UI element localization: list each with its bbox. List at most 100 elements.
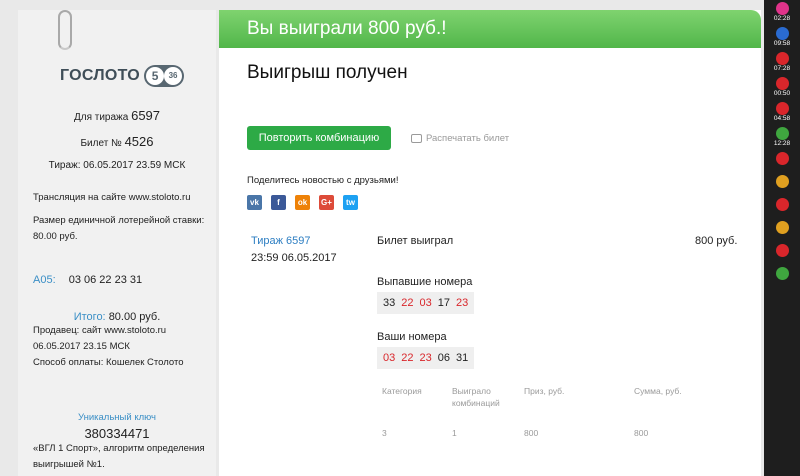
- draw-number: 6597: [131, 108, 161, 123]
- logo-text: ГОСЛОТО: [60, 67, 141, 84]
- twitter-icon[interactable]: tw: [343, 195, 358, 210]
- lotto-6-45-icon[interactable]: 07:28: [764, 52, 800, 73]
- ticket-label: Билет №: [80, 138, 122, 149]
- game-badge: [775, 102, 789, 115]
- game-badge: [775, 127, 789, 140]
- game-badge: [775, 175, 789, 188]
- share-text: Поделитесь новостью с друзьями!: [247, 175, 399, 186]
- rapido-icon[interactable]: 09:58: [764, 27, 800, 48]
- your-number-ball: 22: [401, 352, 414, 364]
- win-banner: Вы выиграли 800 руб.!: [219, 10, 761, 48]
- table-header-prize: Приз, руб.: [524, 386, 565, 396]
- game-badge: [775, 267, 789, 280]
- drawn-number-ball: 22: [401, 297, 414, 309]
- your-numbers: 03 22 23 06 31: [377, 347, 475, 369]
- draw-datetime: Тираж: 06.05.2017 23.59 МСК: [48, 160, 186, 171]
- broadcast-text: Трансляция на сайте www.stoloto.ru: [33, 192, 191, 203]
- repeat-combination-button[interactable]: Повторить комбинацию: [247, 126, 391, 150]
- won-label: Билет выиграл: [377, 235, 454, 247]
- drawn-numbers-label: Выпавшие номера: [377, 276, 473, 288]
- lotto-1-20-icon[interactable]: [764, 244, 800, 257]
- drawn-number-ball: 33: [383, 297, 396, 309]
- game-badge: [775, 52, 789, 65]
- draw-link[interactable]: Тираж 6597: [251, 235, 311, 247]
- draw-timer: 07:28: [773, 65, 791, 72]
- paperclip-icon: [58, 10, 72, 50]
- google-plus-icon[interactable]: G+: [319, 195, 334, 210]
- seller-text: Продавец: сайт www.stoloto.ru: [33, 325, 167, 336]
- logo-num2: 36: [164, 67, 183, 85]
- keno-icon[interactable]: 12:28: [764, 127, 800, 148]
- housing-icon[interactable]: [764, 267, 800, 280]
- your-number-ball: 31: [456, 352, 469, 364]
- game-badge: [775, 221, 789, 234]
- table-cell-category: 3: [382, 428, 387, 438]
- drawn-number-ball: 03: [419, 297, 432, 309]
- your-number-ball: 06: [437, 352, 450, 364]
- game-badge: [775, 152, 789, 165]
- print-label: Распечатать билет: [426, 133, 510, 144]
- lotto-5-36-icon[interactable]: 04:58: [764, 102, 800, 123]
- game-badge: [775, 27, 789, 40]
- table-header-combinations: Выиграло комбинаций: [452, 386, 500, 408]
- game-badge: [775, 77, 789, 90]
- seller-info: Продавец: сайт www.stoloto.ru 06.05.2017…: [33, 323, 213, 371]
- payment-method: Способ оплаты: Кошелек Столото: [33, 357, 184, 368]
- ticket-panel: ГОСЛОТО 5 36 Для тиража 6597 Билет № 452…: [18, 10, 216, 476]
- draw-timer: 09:58: [773, 40, 791, 47]
- ticket-number-line: Билет № 4526: [18, 134, 216, 149]
- odnoklassniki-icon[interactable]: ok: [295, 195, 310, 210]
- table-header-category: Категория: [382, 386, 422, 396]
- table-cell-sum: 800: [634, 428, 649, 438]
- logo-badge: 5 36: [144, 65, 185, 87]
- combo-label: А05:: [33, 274, 56, 286]
- page-title: Выигрыш получен: [247, 62, 408, 83]
- draw-label: Для тиража: [73, 112, 129, 123]
- draw-timer: 04:58: [773, 115, 791, 122]
- printer-icon: [411, 134, 422, 143]
- won-amount: 800 руб.: [695, 235, 738, 247]
- draw-timer: 12:28: [773, 140, 791, 147]
- game-badge: [775, 244, 789, 257]
- gosloto-logo: ГОСЛОТО 5 36: [60, 65, 185, 87]
- unique-key-label: Уникальный ключ: [78, 412, 156, 423]
- horseshoe-icon[interactable]: [764, 221, 800, 234]
- unique-key-value: 380334471: [84, 426, 150, 441]
- top3-icon[interactable]: 00:50: [764, 77, 800, 98]
- ticket-number: 4526: [124, 134, 154, 149]
- draw-timer: 02:28: [773, 15, 791, 22]
- facebook-icon[interactable]: f: [271, 195, 286, 210]
- algorithm-note: «ВГЛ 1 Спорт», алгоритм определения выиг…: [33, 441, 213, 473]
- games-sidebar: 02:28 09:58 07:28 00:50 04:58 12:28: [764, 0, 800, 476]
- vk-icon[interactable]: vk: [247, 195, 262, 210]
- table-cell-combinations: 1: [452, 428, 457, 438]
- your-numbers-label: Ваши номера: [377, 331, 447, 343]
- ticket-combination: А05: 03 06 22 23 31: [33, 274, 142, 286]
- algorithm-line1: «ВГЛ 1 Спорт», алгоритм определения: [33, 443, 205, 454]
- your-number-ball: 23: [419, 352, 432, 364]
- social-buttons: vk f ok G+ tw: [247, 195, 367, 210]
- result-panel: Вы выиграли 800 руб.! Выигрыш получен По…: [219, 10, 761, 476]
- draw-time: 23:59 06.05.2017: [251, 252, 337, 264]
- game-badge: [775, 198, 789, 211]
- combo-value: 03 06 22 23 31: [68, 274, 143, 286]
- banner-title: Вы выиграли 800 руб.!: [247, 18, 447, 39]
- total-value: 80.00 руб.: [108, 311, 161, 323]
- game-badge: [775, 2, 789, 15]
- print-ticket-link[interactable]: Распечатать билет: [411, 133, 509, 144]
- gold-lottery-icon[interactable]: 02:28: [764, 2, 800, 23]
- stake-value: 80.00 руб.: [33, 231, 78, 242]
- table-header-sum: Сумма, руб.: [634, 386, 682, 396]
- sport-icon[interactable]: [764, 175, 800, 188]
- your-number-ball: 03: [383, 352, 396, 364]
- drawn-number-ball: 17: [437, 297, 450, 309]
- logo-num1: 5: [146, 67, 165, 85]
- bingo-icon[interactable]: [764, 152, 800, 165]
- total-label: Итого:: [73, 311, 106, 323]
- drawn-numbers: 33 22 03 17 23: [377, 292, 475, 314]
- draw-timer: 00:50: [773, 90, 791, 97]
- table-cell-prize: 800: [524, 428, 539, 438]
- zodiac-icon[interactable]: [764, 198, 800, 211]
- algorithm-line2: выигрышей №1.: [33, 459, 105, 470]
- ticket-total: Итого: 80.00 руб.: [18, 311, 216, 323]
